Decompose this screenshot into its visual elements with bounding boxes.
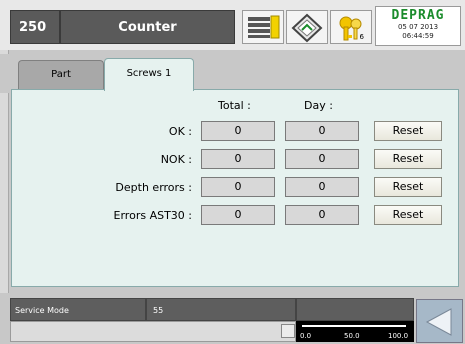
nok-day-value: 0 xyxy=(285,149,359,169)
ok-day-value: 0 xyxy=(285,121,359,141)
gauge-tick-mid: 50.0 xyxy=(344,332,360,340)
menu-list-icon xyxy=(248,15,280,39)
left-strip-top xyxy=(0,50,9,54)
status-blank-cell xyxy=(296,298,414,321)
counter-panel: Total : Day : OK : 0 0 Reset NOK : 0 0 R… xyxy=(11,89,459,287)
menu-list-button[interactable] xyxy=(242,10,284,44)
errors-ast30-total-value: 0 xyxy=(201,205,275,225)
tab-part[interactable]: Part xyxy=(18,60,104,89)
deprag-clock-box: DEPRAG 05 07 2013 06:44:59 xyxy=(375,6,461,46)
tab-screws-1[interactable]: Screws 1 xyxy=(104,58,194,91)
nok-total-value: 0 xyxy=(201,149,275,169)
row-label-errors-ast30: Errors AST30 : xyxy=(113,209,192,222)
mode-label: Service Mode xyxy=(10,298,146,321)
row-label-depth-errors: Depth errors : xyxy=(115,181,192,194)
navigation-button[interactable] xyxy=(286,10,328,44)
page-title: Counter xyxy=(60,10,235,44)
nav-diamond-icon xyxy=(291,13,323,43)
status-bar: Service Mode 55 0.0 50.0 100.0 xyxy=(0,298,465,344)
row-label-ok: OK : xyxy=(168,125,192,138)
row-label-nok: NOK : xyxy=(160,153,192,166)
load-gauge: 0.0 50.0 100.0 xyxy=(296,321,414,342)
gauge-settings-icon[interactable] xyxy=(281,324,295,338)
reset-nok-button[interactable]: Reset xyxy=(374,149,442,169)
screen-number: 250 xyxy=(10,10,60,44)
back-arrow-icon xyxy=(425,308,451,336)
message-line xyxy=(10,321,296,342)
user-level-badge: 6 xyxy=(359,33,364,41)
header-bar: 250 Counter 6 DEPRAG 05 07 2013 06:44:59 xyxy=(0,0,465,50)
column-header-day: Day : xyxy=(304,99,333,112)
depth-errors-day-value: 0 xyxy=(285,177,359,197)
depth-errors-total-value: 0 xyxy=(201,177,275,197)
ok-total-value: 0 xyxy=(201,121,275,141)
back-button[interactable] xyxy=(416,299,463,343)
reset-errors-ast30-button[interactable]: Reset xyxy=(374,205,442,225)
column-header-total: Total : xyxy=(218,99,251,112)
reset-depth-errors-button[interactable]: Reset xyxy=(374,177,442,197)
left-strip-middle xyxy=(0,93,9,293)
time-display: 06:44:59 xyxy=(402,32,434,40)
gauge-tick-max: 100.0 xyxy=(388,332,409,340)
errors-ast30-day-value: 0 xyxy=(285,205,359,225)
gauge-tick-min: 0.0 xyxy=(300,332,312,340)
date-display: 05 07 2013 xyxy=(397,23,439,31)
gauge-bar xyxy=(302,325,406,327)
login-keys-button[interactable]: 6 xyxy=(330,10,372,44)
reset-ok-button[interactable]: Reset xyxy=(374,121,442,141)
deprag-logo: DEPRAG xyxy=(391,8,445,23)
mode-value: 55 xyxy=(146,298,296,321)
